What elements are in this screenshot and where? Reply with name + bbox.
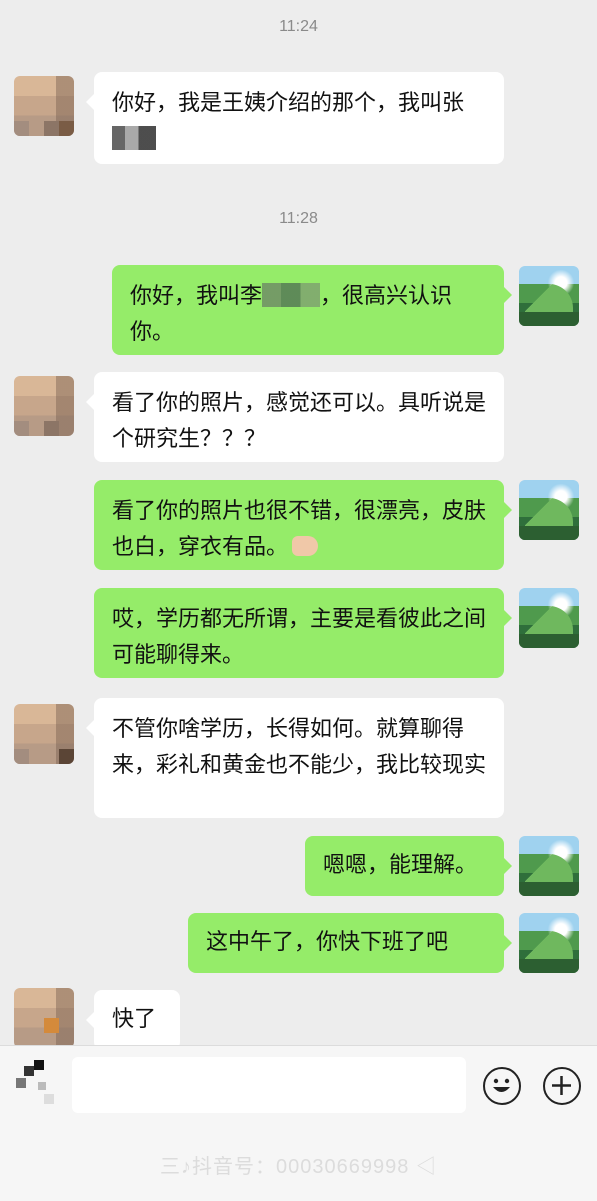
voice-icon[interactable] <box>16 1060 56 1108</box>
watermark: 三♪抖音号：00030669998 ◁ <box>160 1156 437 1178</box>
message-text: 嗯嗯，能理解。 <box>323 853 478 878</box>
self-avatar[interactable] <box>519 266 579 326</box>
message-bubble[interactable]: 嗯嗯，能理解。 <box>305 836 512 896</box>
message-text: 快了 <box>112 1007 157 1032</box>
contact-avatar[interactable] <box>14 76 74 136</box>
contact-avatar[interactable] <box>14 376 74 436</box>
message-bubble[interactable]: 看了你的照片，感觉还可以。具听说是个研究生？？？ <box>86 372 504 462</box>
emoji-icon[interactable] <box>483 1067 521 1105</box>
timestamp: 11:28 <box>279 210 318 227</box>
message-text: 不管你啥学历，长得如何。就算聊得来，彩礼和黄金也不能少，我比较现实 <box>112 717 487 778</box>
redacted-name <box>262 283 321 307</box>
redacted-name <box>112 126 156 150</box>
self-avatar[interactable] <box>519 480 579 540</box>
self-avatar[interactable] <box>519 836 579 896</box>
thumbs-up-emoji <box>292 536 319 556</box>
self-avatar[interactable] <box>519 913 579 973</box>
message-text: 你好，我叫李 <box>130 284 263 309</box>
message-text: 哎，学历都无所谓，主要是看彼此之间可能聊得来。 <box>112 607 487 668</box>
message-text: 看了你的照片，感觉还可以。具听说是个研究生？？？ <box>112 391 487 452</box>
message-text: 这中午了，你快下班了吧 <box>206 930 449 955</box>
message-bubble[interactable]: 看了你的照片也很不错，很漂亮，皮肤也白，穿衣有品。 <box>94 480 512 570</box>
plus-icon[interactable] <box>543 1067 581 1105</box>
message-input[interactable] <box>72 1057 466 1113</box>
timestamp: 11:24 <box>279 18 318 35</box>
message-text: 你好，我是王姨介绍的那个，我叫张 <box>112 91 465 116</box>
message-bubble[interactable]: 这中午了，你快下班了吧 <box>188 913 512 973</box>
chat-area: 11:24 你好，我是王姨介绍的那个，我叫张 11:28 你好，我叫李 ，很高兴认… <box>0 0 597 1045</box>
message-bubble[interactable]: 你好，我是王姨介绍的那个，我叫张 <box>86 72 504 164</box>
message-bubble[interactable]: 不管你啥学历，长得如何。就算聊得来，彩礼和黄金也不能少，我比较现实 <box>86 698 504 818</box>
self-avatar[interactable] <box>519 588 579 648</box>
contact-avatar[interactable] <box>14 988 74 1045</box>
message-bubble[interactable]: 你好，我叫李 ，很高兴认识你。 <box>112 265 512 355</box>
message-bubble[interactable]: 快了 <box>86 990 180 1045</box>
contact-avatar[interactable] <box>14 704 74 764</box>
message-bubble[interactable]: 哎，学历都无所谓，主要是看彼此之间可能聊得来。 <box>94 588 512 678</box>
